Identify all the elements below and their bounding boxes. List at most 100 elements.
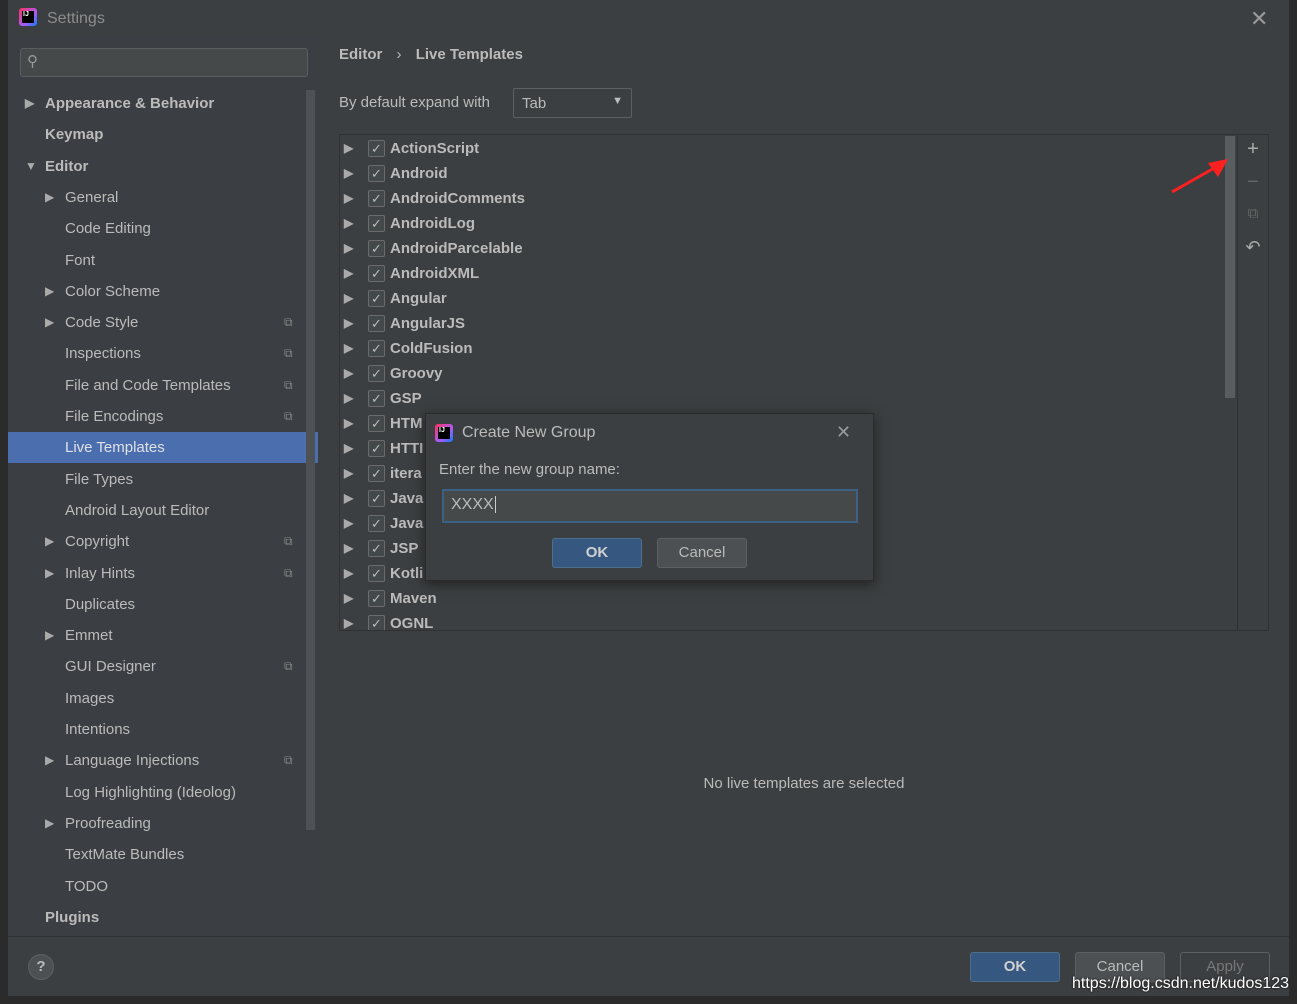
sidebar-item[interactable]: ▶ Color Scheme: [8, 276, 318, 307]
template-group-checkbox[interactable]: ✓: [368, 390, 385, 407]
chevron-right-icon[interactable]: ▶: [344, 261, 353, 286]
chevron-right-icon[interactable]: ▶: [45, 307, 54, 338]
sidebar-item[interactable]: ▶ Inlay Hints ⧉: [8, 558, 318, 589]
dialog-close-icon[interactable]: ✕: [836, 422, 851, 443]
template-group-row[interactable]: ▶ ✓ Maven: [340, 586, 1220, 611]
template-group-checkbox[interactable]: ✓: [368, 565, 385, 582]
chevron-right-icon[interactable]: ▶: [344, 186, 353, 211]
chevron-right-icon[interactable]: ▶: [344, 411, 353, 436]
sidebar-item[interactable]: File Encodings ⧉: [8, 401, 318, 432]
chevron-right-icon[interactable]: ▶: [344, 361, 353, 386]
chevron-right-icon[interactable]: ▶: [45, 526, 54, 557]
template-group-row[interactable]: ▶ ✓ OGNL: [340, 611, 1220, 630]
template-group-checkbox[interactable]: ✓: [368, 290, 385, 307]
sidebar-scrollbar[interactable]: [306, 90, 315, 830]
chevron-right-icon[interactable]: ▶: [344, 611, 353, 630]
template-group-row[interactable]: ▶ ✓ AngularJS: [340, 311, 1220, 336]
dialog-ok-button[interactable]: OK: [552, 538, 642, 568]
template-group-row[interactable]: ▶ ✓ AndroidParcelable: [340, 236, 1220, 261]
template-group-checkbox[interactable]: ✓: [368, 440, 385, 457]
chevron-right-icon[interactable]: ▶: [344, 336, 353, 361]
template-group-checkbox[interactable]: ✓: [368, 490, 385, 507]
chevron-right-icon[interactable]: ▶: [344, 436, 353, 461]
chevron-right-icon[interactable]: ▶: [45, 276, 54, 307]
sidebar-item[interactable]: ▶ General: [8, 182, 318, 213]
sidebar-item[interactable]: Intentions: [8, 714, 318, 745]
chevron-right-icon[interactable]: ▶: [344, 536, 353, 561]
sidebar-item[interactable]: Font: [8, 245, 318, 276]
chevron-right-icon[interactable]: ▶: [45, 745, 54, 776]
chevron-right-icon[interactable]: ▶: [344, 136, 353, 161]
template-group-row[interactable]: ▶ ✓ ColdFusion: [340, 336, 1220, 361]
template-group-row[interactable]: ▶ ✓ Angular: [340, 286, 1220, 311]
chevron-right-icon[interactable]: ▶: [344, 386, 353, 411]
add-icon[interactable]: +: [1237, 138, 1269, 161]
help-button[interactable]: ?: [28, 954, 54, 980]
chevron-right-icon[interactable]: ▶: [45, 558, 54, 589]
group-name-input[interactable]: XXXX: [442, 489, 858, 523]
chevron-right-icon[interactable]: ▶: [344, 461, 353, 486]
template-group-checkbox[interactable]: ✓: [368, 240, 385, 257]
sidebar-item[interactable]: Code Editing: [8, 213, 318, 244]
undo-icon[interactable]: ↶: [1237, 237, 1269, 258]
template-group-checkbox[interactable]: ✓: [368, 315, 385, 332]
sidebar-item[interactable]: Plugins: [8, 902, 318, 933]
sidebar-item[interactable]: ▼ Editor: [8, 151, 318, 182]
sidebar-item[interactable]: ▶ Copyright ⧉: [8, 526, 318, 557]
copy-icon[interactable]: ⧉: [1237, 205, 1269, 222]
chevron-right-icon[interactable]: ▶: [344, 161, 353, 186]
chevron-right-icon[interactable]: ▶: [344, 311, 353, 336]
sidebar-item[interactable]: GUI Designer ⧉: [8, 651, 318, 682]
template-group-row[interactable]: ▶ ✓ AndroidLog: [340, 211, 1220, 236]
template-group-checkbox[interactable]: ✓: [368, 340, 385, 357]
template-group-checkbox[interactable]: ✓: [368, 515, 385, 532]
chevron-right-icon[interactable]: ▶: [344, 211, 353, 236]
sidebar-item[interactable]: Live Templates: [8, 432, 318, 464]
chevron-right-icon[interactable]: ▶: [344, 586, 353, 611]
template-group-checkbox[interactable]: ✓: [368, 165, 385, 182]
sidebar-item[interactable]: Duplicates: [8, 589, 318, 620]
template-group-checkbox[interactable]: ✓: [368, 615, 385, 630]
template-group-row[interactable]: ▶ ✓ AndroidComments: [340, 186, 1220, 211]
template-group-checkbox[interactable]: ✓: [368, 540, 385, 557]
sidebar-item[interactable]: Keymap: [8, 119, 318, 150]
sidebar-item[interactable]: Log Highlighting (Ideolog): [8, 777, 318, 808]
template-group-checkbox[interactable]: ✓: [368, 415, 385, 432]
expand-with-select[interactable]: Tab ▼: [513, 88, 632, 118]
sidebar-item[interactable]: ▶ Proofreading: [8, 808, 318, 839]
chevron-right-icon[interactable]: ▶: [344, 236, 353, 261]
chevron-right-icon[interactable]: ▶: [45, 808, 54, 839]
chevron-right-icon[interactable]: ▶: [25, 88, 34, 119]
sidebar-item[interactable]: ▶ Appearance & Behavior: [8, 88, 318, 119]
template-group-row[interactable]: ▶ ✓ Android: [340, 161, 1220, 186]
template-group-row[interactable]: ▶ ✓ Groovy: [340, 361, 1220, 386]
sidebar-item[interactable]: ▶ Language Injections ⧉: [8, 745, 318, 776]
template-group-checkbox[interactable]: ✓: [368, 365, 385, 382]
dialog-cancel-button[interactable]: Cancel: [657, 538, 747, 568]
sidebar-item[interactable]: File and Code Templates ⧉: [8, 370, 318, 401]
chevron-right-icon[interactable]: ▶: [344, 286, 353, 311]
template-group-row[interactable]: ▶ ✓ ActionScript: [340, 136, 1220, 161]
sidebar-item[interactable]: Inspections ⧉: [8, 338, 318, 369]
sidebar-item[interactable]: Images: [8, 683, 318, 714]
breadcrumb-editor[interactable]: Editor: [339, 46, 382, 63]
sidebar-item[interactable]: File Types: [8, 464, 318, 495]
settings-search-input[interactable]: ⚲: [20, 48, 308, 77]
template-group-checkbox[interactable]: ✓: [368, 590, 385, 607]
chevron-right-icon[interactable]: ▶: [45, 620, 54, 651]
sidebar-item[interactable]: TODO: [8, 871, 318, 902]
ok-button[interactable]: OK: [970, 952, 1060, 982]
sidebar-item[interactable]: TextMate Bundles: [8, 839, 318, 870]
chevron-right-icon[interactable]: ▶: [344, 486, 353, 511]
template-group-checkbox[interactable]: ✓: [368, 265, 385, 282]
template-group-checkbox[interactable]: ✓: [368, 465, 385, 482]
chevron-right-icon[interactable]: ▶: [344, 511, 353, 536]
template-group-checkbox[interactable]: ✓: [368, 140, 385, 157]
close-icon[interactable]: ✕: [1250, 6, 1268, 32]
template-group-checkbox[interactable]: ✓: [368, 190, 385, 207]
chevron-right-icon[interactable]: ▶: [45, 182, 54, 213]
template-group-row[interactable]: ▶ ✓ AndroidXML: [340, 261, 1220, 286]
sidebar-item[interactable]: Android Layout Editor: [8, 495, 318, 526]
sidebar-item[interactable]: ▶ Emmet: [8, 620, 318, 651]
template-group-row[interactable]: ▶ ✓ GSP: [340, 386, 1220, 411]
